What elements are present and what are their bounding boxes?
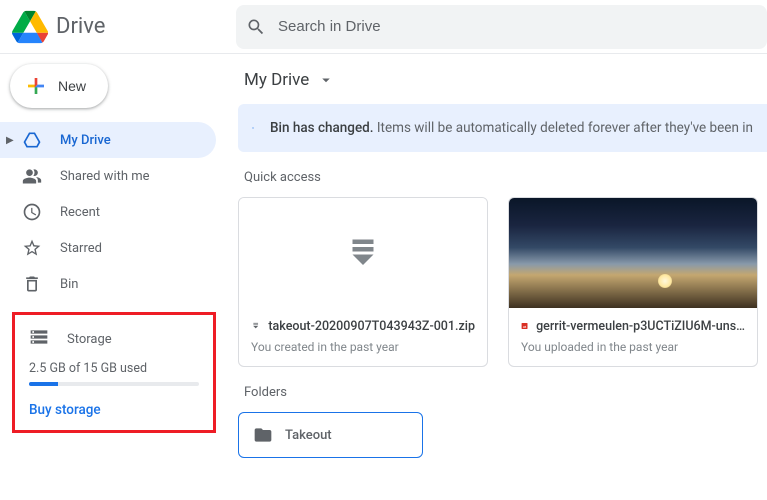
nav-label: Recent: [60, 205, 100, 220]
card-subtitle: You uploaded in the past year: [521, 340, 745, 354]
quick-access-card[interactable]: gerrit-vermeulen-p3UCTiZIU6M-uns… You up…: [508, 197, 758, 367]
card-subtitle: You created in the past year: [251, 340, 475, 354]
product-name: Drive: [56, 14, 105, 39]
banner-title: Bin has changed.: [270, 120, 374, 136]
new-button-label: New: [58, 78, 86, 94]
nav-my-drive[interactable]: ▶ My Drive: [0, 122, 216, 158]
recent-icon: [22, 202, 42, 222]
zip-icon: [251, 318, 260, 334]
photo-thumbnail: [509, 198, 757, 308]
chevron-down-icon: [317, 71, 335, 89]
new-button[interactable]: New: [10, 64, 108, 108]
folder-icon: [253, 425, 273, 445]
drive-logo[interactable]: Drive: [0, 9, 228, 45]
nav-label: Bin: [60, 277, 78, 292]
info-icon: [252, 118, 254, 138]
mydrive-icon: [22, 130, 42, 150]
drive-triangle-icon: [12, 9, 48, 45]
folders-label: Folders: [244, 385, 767, 400]
archive-icon: [345, 235, 381, 271]
search-input[interactable]: [278, 18, 757, 35]
nav-shared[interactable]: Shared with me: [0, 158, 216, 194]
shared-icon: [22, 166, 42, 186]
nav-label: Shared with me: [60, 169, 150, 184]
nav-starred[interactable]: Starred: [0, 230, 216, 266]
card-title: takeout-20200907T043943Z-001.zip: [268, 319, 475, 334]
breadcrumb[interactable]: My Drive: [238, 70, 767, 90]
storage-label: Storage: [67, 332, 112, 347]
search-icon: [246, 17, 266, 37]
nav-recent[interactable]: Recent: [0, 194, 216, 230]
bin-icon: [22, 274, 42, 294]
search-bar[interactable]: [236, 5, 767, 49]
image-icon: [521, 318, 528, 334]
storage-section: Storage 2.5 GB of 15 GB used Buy storage: [12, 312, 216, 433]
quick-access-label: Quick access: [244, 170, 767, 185]
nav-bin[interactable]: Bin: [0, 266, 216, 302]
folder-card[interactable]: Takeout: [238, 412, 423, 458]
plus-icon: [24, 74, 48, 98]
info-banner: Bin has changed. Items will be automatic…: [238, 104, 767, 152]
nav-label: My Drive: [60, 133, 111, 148]
quick-access-card[interactable]: takeout-20200907T043943Z-001.zip You cre…: [238, 197, 488, 367]
breadcrumb-label: My Drive: [244, 70, 309, 90]
folder-name: Takeout: [285, 428, 332, 443]
nav-storage[interactable]: Storage: [23, 323, 205, 361]
zip-thumbnail: [239, 198, 487, 308]
buy-storage-link[interactable]: Buy storage: [23, 386, 205, 418]
storage-used-text: 2.5 GB of 15 GB used: [23, 361, 205, 376]
chevron-right-icon: ▶: [6, 135, 14, 146]
storage-progress: [29, 382, 199, 386]
storage-icon: [29, 327, 49, 351]
card-title: gerrit-vermeulen-p3UCTiZIU6M-uns…: [536, 319, 745, 334]
nav-label: Starred: [60, 241, 102, 256]
starred-icon: [22, 238, 42, 258]
banner-subtitle: Items will be automatically deleted fore…: [377, 120, 753, 136]
